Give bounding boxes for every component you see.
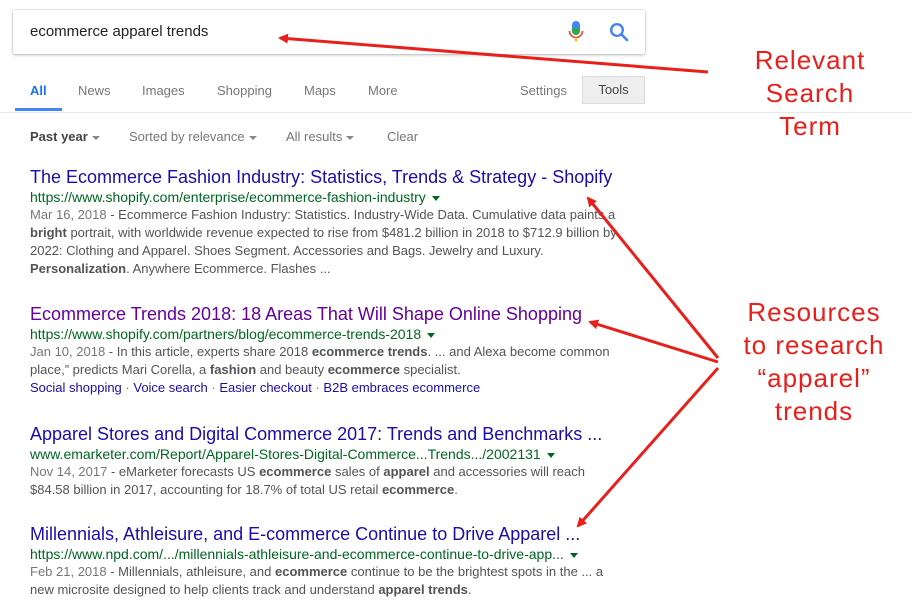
arrow-to-result-1 bbox=[586, 196, 720, 359]
annotation-line: Resources bbox=[747, 297, 881, 327]
annotation-line: trends bbox=[774, 396, 854, 426]
annotation-line: to research bbox=[743, 330, 885, 360]
annotation-resources: Resources to research “apparel” trends bbox=[720, 296, 908, 428]
annotation-relevant-search-term: Relevant Search Term bbox=[730, 44, 890, 143]
annotation-line: Search bbox=[765, 78, 855, 108]
arrow-to-result-2 bbox=[588, 319, 719, 364]
annotation-line: Term bbox=[779, 111, 841, 141]
arrow-to-search-term bbox=[278, 33, 709, 74]
arrow-to-result-4 bbox=[576, 367, 720, 528]
annotation-line: Relevant bbox=[754, 45, 866, 75]
annotation-line: “apparel” bbox=[757, 363, 871, 393]
